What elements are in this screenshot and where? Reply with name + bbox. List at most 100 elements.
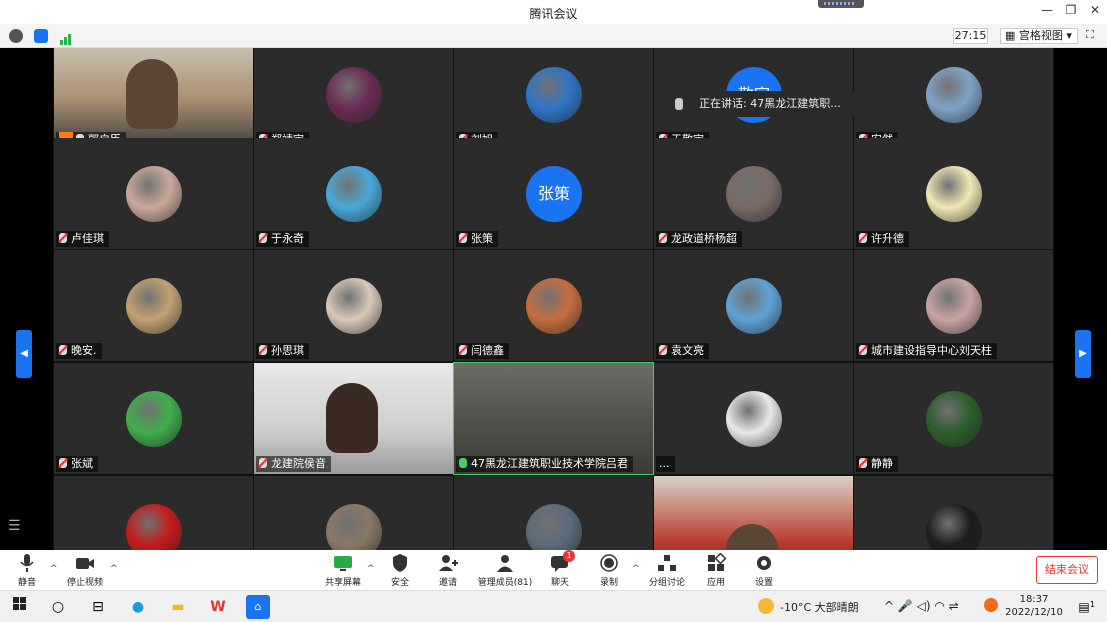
mute-options-caret[interactable]: ^ — [50, 564, 58, 574]
participant-tile[interactable]: 闫德鑫 — [454, 250, 653, 361]
participant-tile[interactable]: 刘旭 — [454, 48, 653, 150]
microphone-muted-icon — [659, 233, 667, 243]
minimize-icon[interactable]: — — [1035, 3, 1059, 21]
search-icon[interactable]: ○ — [46, 595, 70, 619]
wps-icon[interactable]: W — [206, 595, 230, 619]
invite-label: 邀请 — [438, 578, 457, 588]
participant-name: 静静 — [871, 457, 893, 470]
video-options-caret[interactable]: ^ — [110, 564, 118, 574]
shield-icon[interactable] — [34, 29, 48, 43]
participant-tile[interactable]: 张策 张策 — [454, 138, 653, 249]
participant-tile[interactable]: 龙建院侯音 — [254, 363, 453, 474]
task-view-icon[interactable]: ⊟ — [86, 595, 110, 619]
participant-name-tag: 龙建院侯音 — [256, 456, 331, 472]
apps-button[interactable]: 应用 — [702, 552, 730, 588]
participant-name: 于永奇 — [271, 232, 304, 245]
microphone-muted-icon — [59, 345, 67, 355]
weather-text[interactable]: -10°C 大部晴朗 — [780, 599, 859, 615]
mute-label: 静音 — [17, 578, 36, 588]
close-icon[interactable]: ✕ — [1083, 3, 1107, 21]
participant-tile[interactable]: 许升德 — [854, 138, 1053, 249]
participant-tile[interactable]: ... — [654, 363, 853, 474]
breakout-rooms-button[interactable]: 分组讨论 — [647, 553, 687, 588]
participant-name: 晚安. — [71, 344, 97, 357]
participant-tile[interactable]: 郭启臣 — [54, 48, 253, 150]
participant-tile[interactable]: 孙思琪 — [254, 250, 453, 361]
manage-members-button[interactable]: 管理成员(81) — [476, 553, 534, 588]
avatar — [526, 67, 582, 123]
participant-tile[interactable]: 于永奇 — [254, 138, 453, 249]
microphone-icon — [675, 98, 683, 110]
edge-browser-icon[interactable]: ● — [126, 595, 150, 619]
participant-tile[interactable] — [654, 476, 853, 550]
participant-tile[interactable] — [54, 476, 253, 550]
title-bar: 腾讯会议 — ❐ ✕ — [0, 0, 1107, 24]
chat-button[interactable]: 1 聊天 — [546, 550, 575, 588]
antivirus-icon[interactable] — [984, 598, 998, 612]
apps-label: 应用 — [706, 578, 725, 588]
share-screen-button[interactable]: 共享屏幕 — [323, 553, 363, 588]
participant-name-tag: 于永奇 — [256, 231, 309, 247]
window-title: 腾讯会议 — [529, 7, 578, 21]
participant-tile[interactable]: 袁文亮 — [654, 250, 853, 361]
end-meeting-button[interactable]: 结束会议 — [1036, 556, 1098, 584]
notification-icon[interactable]: ▤ 1 — [1072, 595, 1096, 619]
avatar — [926, 504, 982, 550]
tencent-meeting-icon[interactable]: ⌂ — [246, 595, 270, 619]
restore-icon[interactable]: ❐ — [1059, 3, 1083, 21]
participant-tile[interactable] — [454, 476, 653, 550]
participant-tile[interactable]: 47黑龙江建筑职业技术学院吕君 — [453, 362, 654, 475]
signal-icon[interactable] — [60, 30, 72, 45]
speaking-text: 正在讲话: 47黑龙江建筑职... — [699, 97, 841, 110]
participant-tile[interactable]: 郑靖宇 — [254, 48, 453, 150]
tray-icons[interactable]: ^ 🎤 ◁) ◠ ⇌ — [884, 599, 959, 613]
participant-tile[interactable]: 龙政道桥杨超 — [654, 138, 853, 249]
participant-tile[interactable]: 静静 — [854, 363, 1053, 474]
participant-name: 袁文亮 — [671, 344, 704, 357]
participant-tile[interactable]: 城市建设指导中心刘天柱 — [854, 250, 1053, 361]
share-screen-label: 共享屏幕 — [324, 578, 361, 588]
chat-badge: 1 — [563, 550, 575, 562]
participant-name-tag: 袁文亮 — [656, 343, 709, 359]
participant-name-tag: 孙思琪 — [256, 343, 309, 359]
info-icon[interactable] — [9, 29, 23, 43]
participant-tile[interactable]: 卢佳琪 — [54, 138, 253, 249]
microphone-icon — [16, 553, 38, 573]
participant-tile[interactable]: 张斌 — [54, 363, 253, 474]
participant-name: 张策 — [471, 232, 493, 245]
record-icon — [598, 553, 620, 573]
avatar — [926, 67, 982, 123]
stop-video-button[interactable]: 停止视频 — [64, 553, 106, 588]
file-explorer-icon[interactable]: ▬ — [166, 595, 190, 619]
avatar — [526, 278, 582, 334]
previous-page-button[interactable]: ◀ — [16, 330, 32, 378]
mute-button[interactable]: 静音 — [12, 553, 42, 588]
participant-name: 卢佳琪 — [71, 232, 104, 245]
view-mode-button[interactable]: ▦ 宫格视图 ▾ — [1000, 28, 1078, 44]
record-options-caret[interactable]: ^ — [632, 564, 640, 574]
microphone-muted-icon — [59, 233, 67, 243]
windows-start-icon[interactable] — [8, 595, 32, 619]
participant-tile[interactable] — [854, 476, 1053, 550]
next-page-button[interactable]: ▶ — [1075, 330, 1091, 378]
participant-tile[interactable]: 安然 — [854, 48, 1053, 150]
security-button[interactable]: 安全 — [386, 553, 414, 588]
share-options-caret[interactable]: ^ — [367, 564, 375, 574]
invite-button[interactable]: 邀请 — [434, 553, 462, 588]
share-screen-icon — [332, 553, 354, 573]
list-toggle-icon[interactable]: ☰ — [8, 518, 21, 534]
avatar — [126, 166, 182, 222]
clock-date: 2022/12/10 — [1005, 607, 1063, 618]
system-clock[interactable]: 18:37 2022/12/10 — [1004, 593, 1064, 619]
notification-count: 1 — [1089, 600, 1095, 609]
participant-tile[interactable]: 晚安. — [54, 250, 253, 361]
participant-name-tag: 卢佳琪 — [56, 231, 109, 247]
weather-icon — [758, 598, 774, 614]
participant-name: ... — [659, 457, 670, 470]
participant-name-tag: ... — [656, 456, 675, 472]
right-margin — [1054, 48, 1107, 550]
settings-button[interactable]: 设置 — [750, 553, 778, 588]
participant-tile[interactable] — [254, 476, 453, 550]
record-button[interactable]: 录制 — [595, 553, 623, 588]
fullscreen-icon[interactable]: ⛶ — [1086, 28, 1102, 44]
